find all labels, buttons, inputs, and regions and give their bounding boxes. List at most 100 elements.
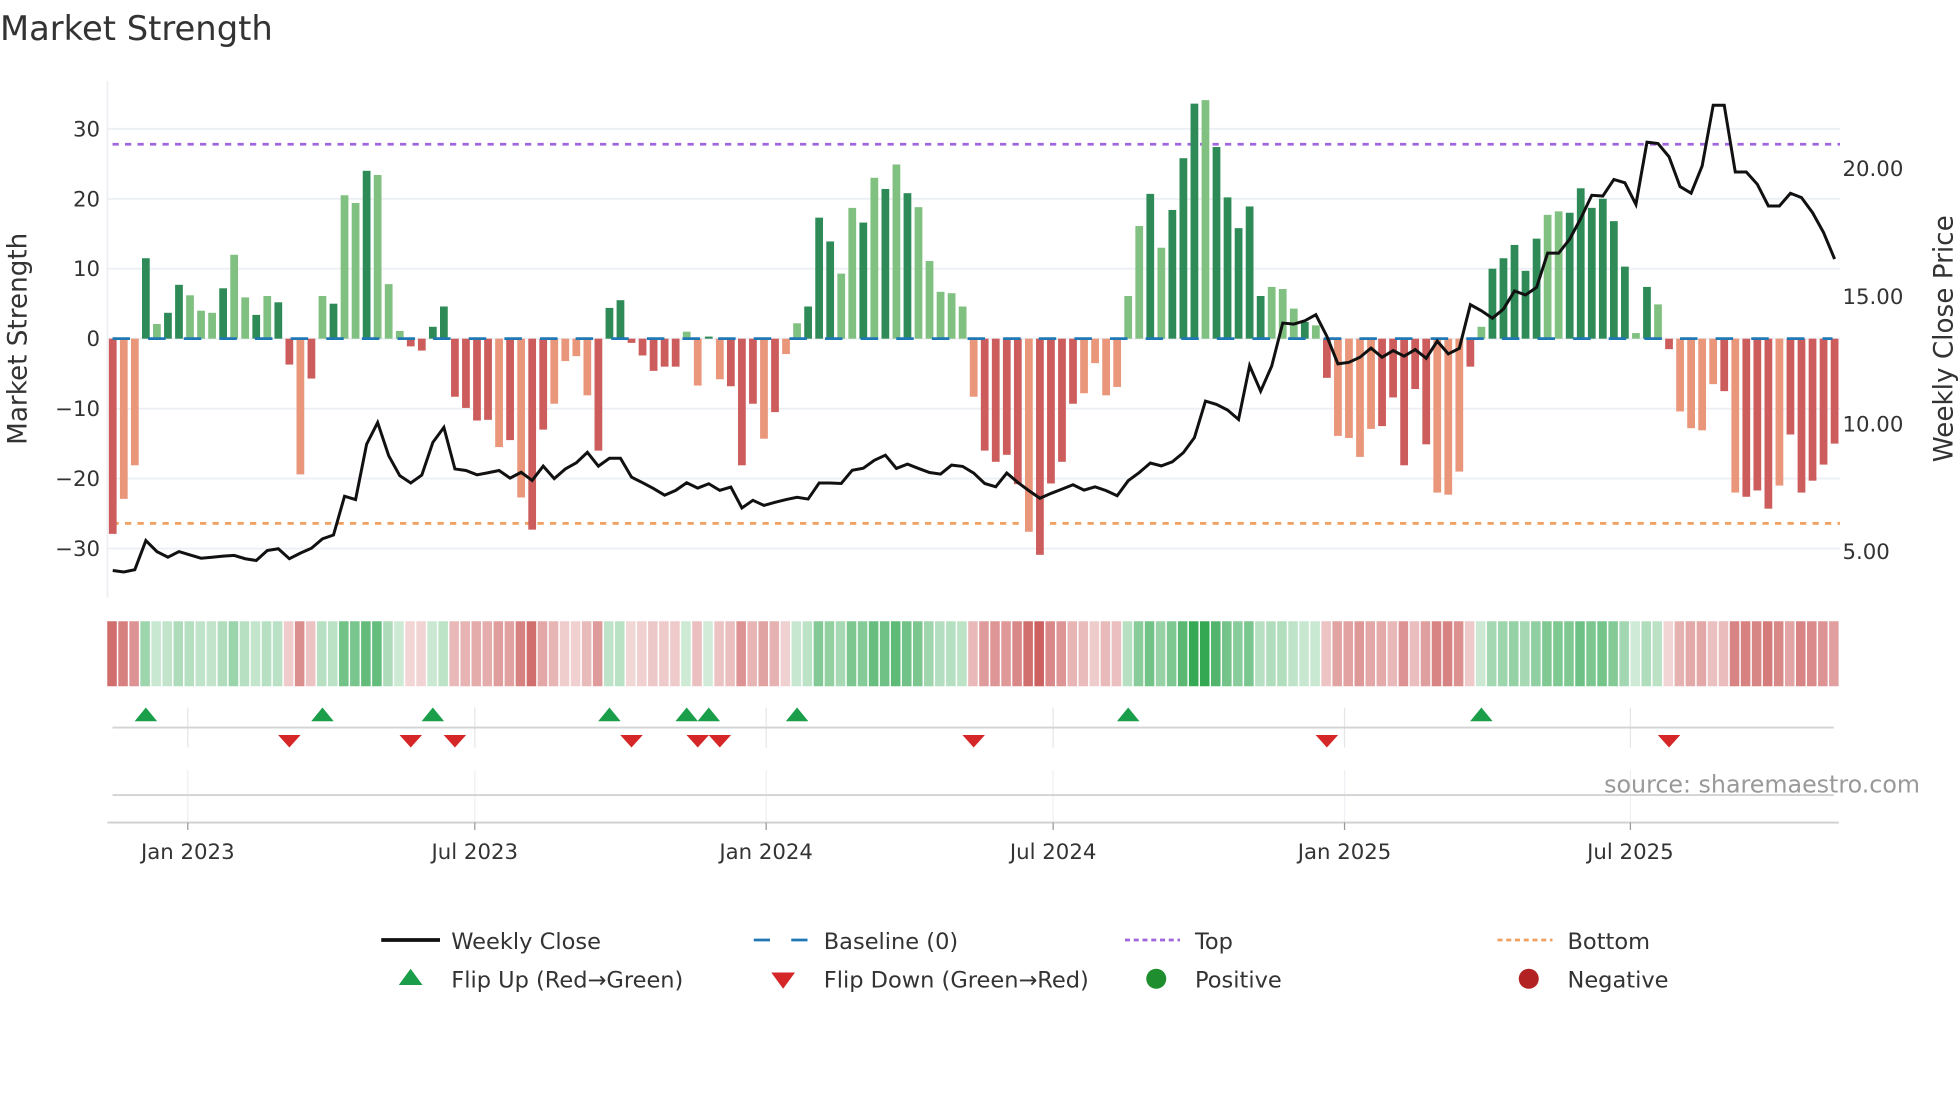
positive-bar bbox=[958, 306, 967, 339]
heatmap-cell bbox=[614, 621, 625, 687]
negative-bar bbox=[1002, 338, 1011, 455]
heatmap-cell bbox=[515, 621, 526, 687]
heatmap-cell bbox=[140, 621, 150, 687]
heatmap-cell bbox=[1078, 621, 1089, 687]
heatmap-cell bbox=[714, 621, 724, 687]
heatmap-cell bbox=[537, 621, 548, 687]
heatmap-cell bbox=[1354, 621, 1365, 687]
heatmap-cell bbox=[482, 621, 493, 687]
heatmap-cell bbox=[1652, 621, 1663, 687]
positive-bar bbox=[793, 323, 801, 339]
heatmap-cell bbox=[1288, 621, 1298, 687]
y-tick-label: 20 bbox=[73, 187, 100, 212]
heatmap-cell bbox=[1277, 621, 1287, 687]
negative-bar bbox=[1069, 338, 1077, 404]
heatmap-cell bbox=[1608, 621, 1618, 687]
legend-item-flip_down: Flip Down (Green→Red) bbox=[771, 968, 1089, 994]
negative-bar bbox=[1731, 338, 1740, 493]
positive-bar bbox=[1477, 326, 1486, 339]
heatmap-cell bbox=[1199, 621, 1210, 687]
heatmap-cell bbox=[151, 621, 161, 687]
positive-bar bbox=[947, 293, 956, 339]
positive-bar bbox=[605, 307, 614, 339]
heatmap-cell bbox=[1497, 621, 1508, 687]
positive-bar bbox=[208, 312, 216, 339]
heatmap-cell bbox=[1023, 621, 1033, 687]
heatmap-cell bbox=[1376, 621, 1387, 687]
heatmap-cell bbox=[946, 621, 956, 687]
legend-label: Flip Down (Green→Red) bbox=[824, 968, 1089, 994]
y2-tick-label: 5.00 bbox=[1843, 540, 1890, 565]
flip-down-marker bbox=[708, 735, 732, 748]
positive-bar bbox=[153, 323, 161, 339]
heatmap-cell bbox=[1133, 621, 1144, 687]
heatmap-cell bbox=[968, 621, 978, 687]
heatmap-cell bbox=[217, 621, 228, 687]
flip-down-marker bbox=[1315, 735, 1339, 748]
heatmap-cell bbox=[1586, 621, 1596, 687]
positive-bar bbox=[848, 207, 857, 339]
negative-bar bbox=[473, 338, 481, 421]
heatmap-cell bbox=[1111, 621, 1122, 687]
positive-bar bbox=[1311, 325, 1320, 339]
flip-down-marker bbox=[620, 735, 643, 748]
negative-bar bbox=[1819, 338, 1828, 465]
heatmap-cell bbox=[1387, 621, 1398, 687]
positive-bar bbox=[1124, 296, 1133, 339]
heatmap-cell bbox=[1266, 621, 1276, 687]
positive-bar bbox=[1521, 270, 1530, 339]
negative-bar bbox=[1345, 338, 1353, 439]
negative-bar bbox=[451, 338, 459, 397]
heatmap-cell bbox=[361, 621, 371, 687]
heatmap-cell bbox=[780, 621, 791, 687]
legend-item-positive: Positive bbox=[1146, 968, 1282, 994]
x-tick-label: Jan 2023 bbox=[139, 840, 235, 865]
positive-bar bbox=[373, 174, 382, 339]
heatmap-cell bbox=[316, 621, 327, 687]
legend-item-bottom: Bottom bbox=[1497, 929, 1650, 955]
legend-label: Baseline (0) bbox=[824, 929, 958, 955]
heatmap-cell bbox=[1773, 621, 1784, 687]
positive-bar bbox=[1201, 100, 1210, 339]
heatmap-cell bbox=[206, 621, 217, 687]
positive-bar bbox=[1300, 321, 1309, 339]
legend-item-negative: Negative bbox=[1518, 968, 1668, 994]
heatmap-cell bbox=[747, 621, 757, 687]
heatmap-cell bbox=[570, 621, 581, 687]
positive-bar bbox=[263, 296, 272, 339]
negative-bar bbox=[726, 338, 735, 387]
negative-bar bbox=[1698, 338, 1707, 431]
positive-bar bbox=[1499, 258, 1508, 339]
x-tick-label: Jul 2024 bbox=[1008, 840, 1096, 865]
x-axis-ticks: Jan 2023 Jul 2023 Jan 2024 Jul 2024 Jan 2025… bbox=[139, 822, 1674, 865]
heatmap-cell bbox=[283, 621, 294, 687]
heatmap-cell bbox=[1564, 621, 1574, 687]
x-tick-label: Jan 2025 bbox=[1296, 840, 1392, 865]
y-tick-label: −30 bbox=[55, 537, 100, 562]
positive-bar bbox=[859, 222, 868, 339]
positive-bar bbox=[914, 207, 923, 339]
heatmap-cell bbox=[339, 621, 349, 687]
heatmap-cell bbox=[791, 621, 802, 687]
heatmap-cell bbox=[637, 621, 647, 687]
heatmap-cell bbox=[1762, 621, 1773, 687]
y-tick-label: −10 bbox=[55, 397, 100, 422]
positive-bar bbox=[384, 284, 393, 339]
y2-tick-label: 20.00 bbox=[1843, 157, 1904, 182]
negative-bar bbox=[738, 338, 746, 466]
heatmap-cell bbox=[1321, 621, 1331, 687]
heatmap-cell bbox=[1475, 621, 1486, 687]
positive-bar bbox=[903, 193, 912, 339]
positive-bar bbox=[815, 217, 824, 339]
positive-bar bbox=[870, 177, 879, 339]
heatmap-cell bbox=[195, 621, 206, 687]
negative-bar bbox=[506, 338, 514, 441]
negative-bar bbox=[1764, 338, 1773, 509]
heatmap-cell bbox=[681, 621, 691, 687]
positive-bar bbox=[704, 336, 713, 339]
legend-item-top: Top bbox=[1125, 929, 1233, 955]
heatmap-cell bbox=[648, 621, 658, 687]
negative-bar bbox=[627, 338, 636, 343]
flip-up-marker bbox=[421, 707, 445, 722]
strength-heatmap-strip bbox=[107, 621, 1839, 687]
